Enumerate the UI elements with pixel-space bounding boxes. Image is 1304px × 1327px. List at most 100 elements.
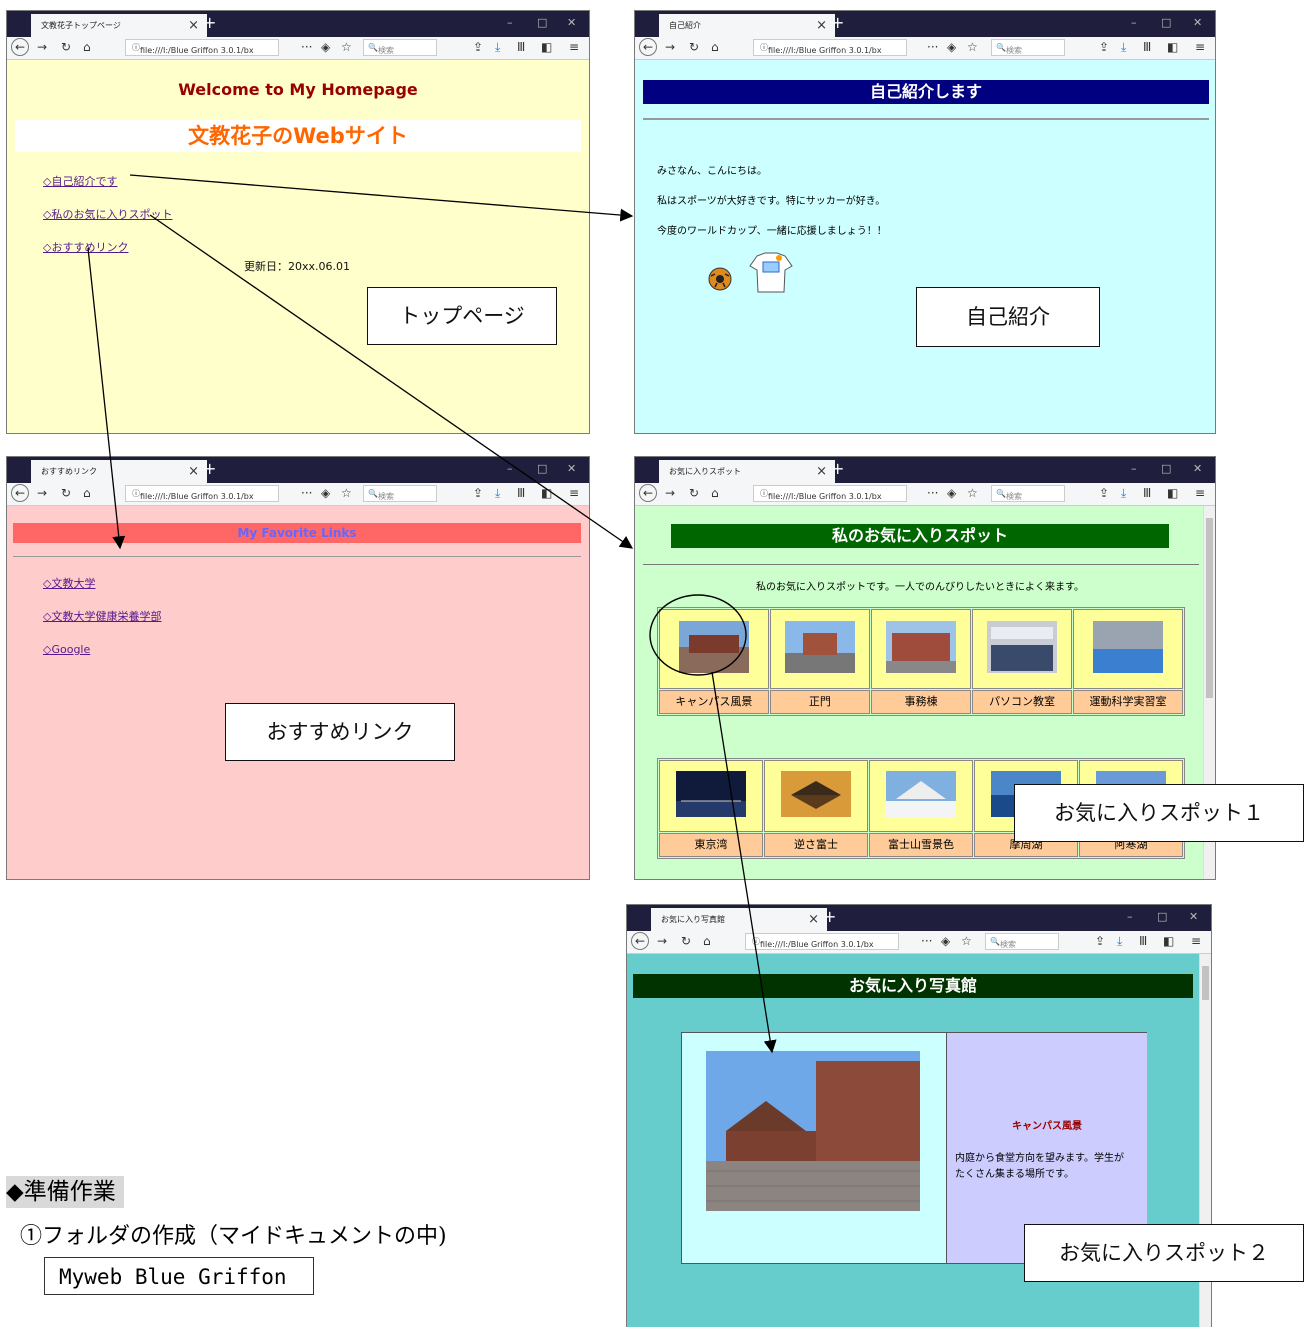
close-window-icon[interactable]: ✕ (567, 16, 576, 29)
reload-icon[interactable]: ↻ (61, 486, 71, 500)
minimize-icon[interactable]: – (1131, 462, 1137, 475)
sidebar-icon[interactable]: ◧ (541, 40, 552, 54)
reload-icon[interactable]: ↻ (61, 40, 71, 54)
bookmark-star-icon[interactable]: ☆ (967, 486, 978, 500)
share-icon[interactable]: ⇪ (1095, 934, 1105, 948)
browser-tab[interactable]: おすすめリンク × (31, 460, 207, 483)
maximize-icon[interactable]: □ (1157, 910, 1167, 923)
minimize-icon[interactable]: – (507, 16, 513, 29)
download-icon[interactable]: ⤓ (495, 486, 500, 501)
new-tab-icon[interactable]: + (831, 459, 844, 478)
close-window-icon[interactable]: ✕ (1193, 16, 1202, 29)
reload-icon[interactable]: ↻ (681, 934, 691, 948)
sidebar-icon[interactable]: ◧ (1167, 486, 1178, 500)
search-box[interactable]: 🔍 検索 (991, 39, 1065, 56)
more-icon[interactable]: ··· (301, 486, 312, 500)
new-tab-icon[interactable]: + (823, 907, 836, 926)
close-tab-icon[interactable]: × (188, 460, 199, 483)
photo-cell[interactable] (972, 609, 1073, 689)
url-bar[interactable]: ⓘ file:///I:/Blue Griffon 3.0.1/bx (125, 485, 279, 502)
url-bar[interactable]: ⓘ file:///I:/Blue Griffon 3.0.1/bx (745, 933, 899, 950)
close-tab-icon[interactable]: × (188, 14, 199, 37)
download-icon[interactable]: ⤓ (495, 40, 500, 55)
home-icon[interactable]: ⌂ (83, 40, 91, 54)
pocket-icon[interactable]: ◈ (947, 486, 956, 500)
browser-tab[interactable]: 文教花子トップページ × (31, 14, 207, 37)
library-icon[interactable]: Ⅲ (1143, 40, 1151, 54)
more-icon[interactable]: ··· (921, 934, 932, 948)
sidebar-icon[interactable]: ◧ (1167, 40, 1178, 54)
new-tab-icon[interactable]: + (831, 13, 844, 32)
scrollbar-thumb[interactable] (1202, 966, 1209, 1000)
new-tab-icon[interactable]: + (203, 13, 216, 32)
search-box[interactable]: 🔍 検索 (363, 39, 437, 56)
photo-campus[interactable] (678, 621, 749, 673)
back-icon[interactable]: ← (11, 484, 29, 502)
forward-icon[interactable]: → (37, 40, 47, 54)
menu-icon[interactable]: ≡ (1195, 40, 1205, 54)
scrollbar-thumb[interactable] (1206, 518, 1213, 698)
reload-icon[interactable]: ↻ (689, 40, 699, 54)
bookmark-star-icon[interactable]: ☆ (961, 934, 972, 948)
photo-cell[interactable] (764, 760, 868, 832)
more-icon[interactable]: ··· (927, 486, 938, 500)
photo-pc-room[interactable] (987, 621, 1058, 673)
maximize-icon[interactable]: □ (537, 462, 547, 475)
forward-icon[interactable]: → (665, 40, 675, 54)
home-icon[interactable]: ⌂ (711, 486, 719, 500)
home-icon[interactable]: ⌂ (83, 486, 91, 500)
sidebar-icon[interactable]: ◧ (541, 486, 552, 500)
search-box[interactable]: 🔍 検索 (991, 485, 1065, 502)
back-icon[interactable]: ← (631, 932, 649, 950)
photo-inverted-fuji[interactable] (781, 771, 851, 817)
library-icon[interactable]: Ⅲ (517, 486, 525, 500)
share-icon[interactable]: ⇪ (1099, 486, 1109, 500)
close-window-icon[interactable]: ✕ (1193, 462, 1202, 475)
new-tab-icon[interactable]: + (203, 459, 216, 478)
url-bar[interactable]: ⓘ file:///I:/Blue Griffon 3.0.1/bx (753, 39, 907, 56)
back-icon[interactable]: ← (639, 38, 657, 56)
back-icon[interactable]: ← (639, 484, 657, 502)
menu-icon[interactable]: ≡ (1191, 934, 1201, 948)
minimize-icon[interactable]: – (1131, 16, 1137, 29)
close-tab-icon[interactable]: × (808, 908, 819, 931)
maximize-icon[interactable]: □ (537, 16, 547, 29)
photo-tokyo-bay[interactable] (676, 771, 746, 817)
link-bunkyo-univ[interactable]: ◇文教大学 (43, 577, 95, 590)
browser-tab[interactable]: 自己紹介 × (659, 14, 835, 37)
minimize-icon[interactable]: – (1127, 910, 1133, 923)
photo-main-gate[interactable] (784, 621, 855, 673)
share-icon[interactable]: ⇪ (473, 40, 483, 54)
reload-icon[interactable]: ↻ (689, 486, 699, 500)
maximize-icon[interactable]: □ (1161, 16, 1171, 29)
library-icon[interactable]: Ⅲ (1139, 934, 1147, 948)
photo-gym[interactable] (1093, 621, 1164, 673)
close-tab-icon[interactable]: × (816, 460, 827, 483)
back-icon[interactable]: ← (11, 38, 29, 56)
close-window-icon[interactable]: ✕ (567, 462, 576, 475)
pocket-icon[interactable]: ◈ (947, 40, 956, 54)
url-bar[interactable]: ⓘ file:///I:/Blue Griffon 3.0.1/bx (753, 485, 907, 502)
library-icon[interactable]: Ⅲ (517, 40, 525, 54)
maximize-icon[interactable]: □ (1161, 462, 1171, 475)
more-icon[interactable]: ··· (301, 40, 312, 54)
menu-icon[interactable]: ≡ (1195, 486, 1205, 500)
photo-cell[interactable] (659, 609, 769, 689)
link-recommend[interactable]: ◇おすすめリンク (43, 241, 128, 254)
link-bunkyo-nutrition[interactable]: ◇文教大学健康栄養学部 (43, 610, 161, 623)
library-icon[interactable]: Ⅲ (1143, 486, 1151, 500)
search-box[interactable]: 🔍 検索 (985, 933, 1059, 950)
forward-icon[interactable]: → (657, 934, 667, 948)
home-icon[interactable]: ⌂ (703, 934, 711, 948)
bookmark-star-icon[interactable]: ☆ (341, 486, 352, 500)
download-icon[interactable]: ⤓ (1121, 40, 1126, 55)
pocket-icon[interactable]: ◈ (941, 934, 950, 948)
download-icon[interactable]: ⤓ (1121, 486, 1126, 501)
forward-icon[interactable]: → (37, 486, 47, 500)
link-favorite-spots[interactable]: ◇私のお気に入りスポット (43, 208, 172, 221)
photo-cell[interactable] (869, 760, 973, 832)
photo-cell[interactable] (769, 609, 870, 689)
photo-fuji-snow[interactable] (886, 771, 956, 817)
minimize-icon[interactable]: – (507, 462, 513, 475)
pocket-icon[interactable]: ◈ (321, 40, 330, 54)
